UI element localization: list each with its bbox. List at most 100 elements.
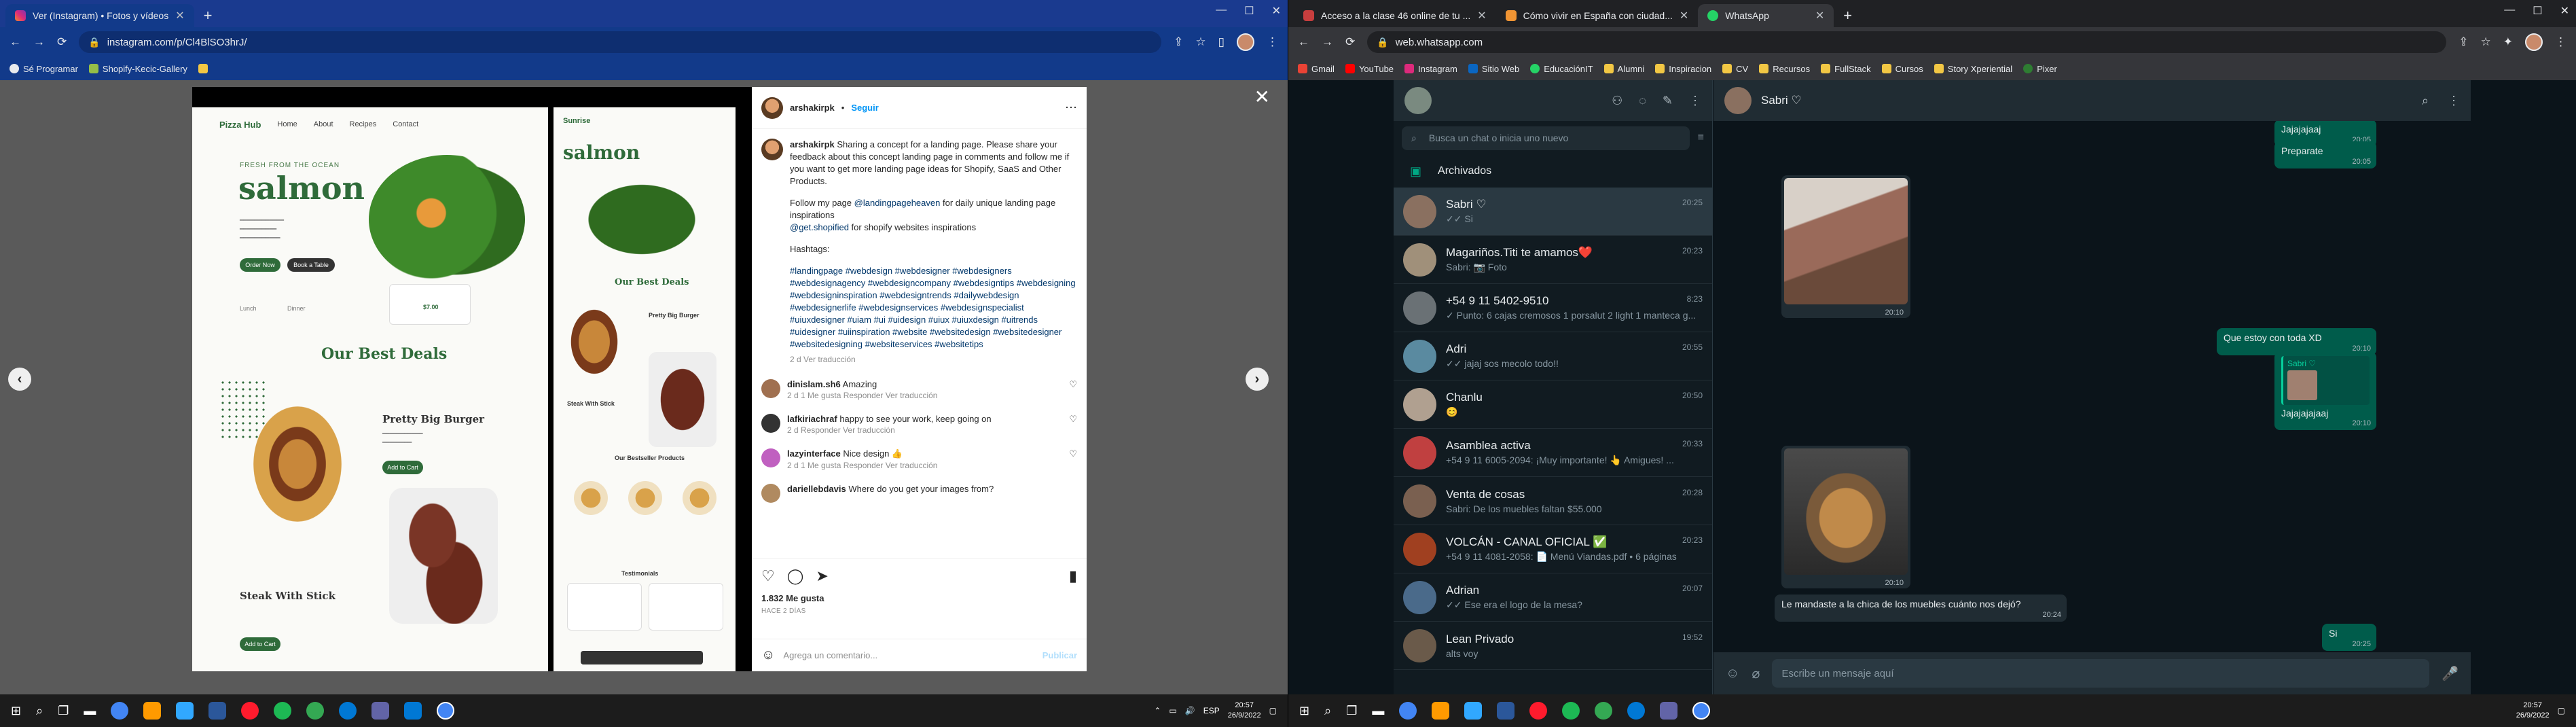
opera-icon[interactable]: [1529, 702, 1548, 720]
notifications-icon[interactable]: ▢: [2558, 706, 2565, 715]
photoshop-icon[interactable]: [1464, 702, 1483, 720]
chrome-active-icon[interactable]: [1692, 702, 1711, 720]
tab-clase[interactable]: Acceso a la clase 46 online de tu ... ✕: [1294, 4, 1496, 27]
hashtags[interactable]: #landingpage #webdesign #webdesigner #we…: [790, 265, 1077, 351]
comment-icon[interactable]: ◯: [787, 567, 804, 585]
like-comment-icon[interactable]: ♡: [1069, 448, 1077, 459]
chat-list-item[interactable]: VOLCÁN - CANAL OFICIAL ✅ 20:23 +54 9 11 40…: [1394, 525, 1712, 573]
photoshop-icon[interactable]: [176, 702, 194, 720]
tab-whatsapp[interactable]: WhatsApp ✕: [1698, 4, 1834, 27]
spotify-icon[interactable]: [274, 702, 292, 720]
author-avatar[interactable]: [761, 139, 783, 160]
language-indicator[interactable]: ESP: [1203, 706, 1220, 715]
bookmark-folder[interactable]: CV: [1722, 64, 1748, 74]
close-tab-icon[interactable]: ✕: [1680, 9, 1688, 22]
message-outgoing[interactable]: Que estoy con toda XD 20:10: [2217, 328, 2376, 355]
bookmark-item[interactable]: Instagram: [1404, 64, 1457, 74]
commenter-username[interactable]: dariellebdavis: [787, 484, 846, 494]
new-tab-button[interactable]: +: [194, 4, 222, 27]
file-explorer-icon[interactable]: ▬: [1372, 704, 1384, 718]
profile-avatar[interactable]: [1237, 33, 1254, 51]
caption-username[interactable]: arshakirpk: [790, 139, 835, 149]
windows-start-icon[interactable]: ⊞: [11, 704, 21, 718]
new-chat-icon[interactable]: ✎: [1663, 94, 1673, 108]
word-icon[interactable]: [208, 702, 227, 720]
likes-count[interactable]: 1.832 Me gusta: [752, 589, 1087, 603]
chevron-up-icon[interactable]: ⌃: [1154, 706, 1161, 715]
maximize-icon[interactable]: ☐: [1244, 4, 1254, 18]
reload-icon[interactable]: ⟳: [57, 35, 67, 49]
mention-link[interactable]: @landingpageheaven: [854, 198, 941, 208]
close-tab-icon[interactable]: ✕: [175, 9, 184, 22]
star-icon[interactable]: ☆: [1195, 35, 1205, 49]
search-icon[interactable]: ⌕: [1324, 704, 1331, 718]
communities-icon[interactable]: ⚇: [1612, 94, 1622, 108]
emoji-icon[interactable]: ☺: [761, 648, 775, 663]
tab-espana[interactable]: Cómo vivir en España con ciudad... ✕: [1496, 4, 1699, 27]
bookmark-folder[interactable]: Cursos: [1881, 64, 1923, 74]
chat-list-item[interactable]: Adrian 20:07 ✓✓ Ese era el logo de la mesa…: [1394, 573, 1712, 622]
address-bar[interactable]: 🔒 web.whatsapp.com: [1367, 31, 2447, 53]
chat-list-item[interactable]: Lean Privado 19:52 alts voy: [1394, 622, 1712, 670]
notifications-icon[interactable]: ▢: [1269, 706, 1277, 715]
bookmark-item[interactable]: Shopify-Kecic-Gallery: [88, 64, 187, 74]
commenter-avatar[interactable]: [761, 414, 780, 433]
extension-icon[interactable]: ✦: [2503, 35, 2513, 49]
commenter-username[interactable]: dinislam.sh6: [787, 379, 841, 389]
profile-avatar[interactable]: [2525, 33, 2543, 51]
contact-avatar[interactable]: [1724, 87, 1752, 114]
commenter-avatar[interactable]: [761, 484, 780, 503]
publish-button[interactable]: Publicar: [1042, 650, 1077, 660]
bookmark-item[interactable]: Pixer: [2023, 64, 2057, 74]
close-window-icon[interactable]: ✕: [2560, 4, 2569, 18]
like-comment-icon[interactable]: ♡: [1069, 379, 1077, 390]
file-explorer-icon[interactable]: ▬: [84, 704, 96, 718]
close-window-icon[interactable]: ✕: [1272, 4, 1281, 18]
minimize-icon[interactable]: —: [1216, 4, 1227, 18]
back-icon[interactable]: ←: [10, 35, 21, 49]
menu-icon[interactable]: ⋮: [1689, 94, 1701, 108]
forward-icon[interactable]: →: [1322, 35, 1333, 49]
mail-icon[interactable]: [404, 702, 422, 720]
chat-list-item[interactable]: Adri 20:55 ✓✓ jajaj sos mecolo todo!!: [1394, 332, 1712, 380]
share-icon[interactable]: ⇪: [2459, 35, 2468, 49]
word-icon[interactable]: [1497, 702, 1515, 720]
reload-icon[interactable]: ⟳: [1345, 35, 1355, 49]
forward-icon[interactable]: →: [33, 35, 45, 49]
close-tab-icon[interactable]: ✕: [1477, 9, 1486, 22]
sidebar-icon[interactable]: ▯: [1218, 35, 1224, 49]
new-tab-button[interactable]: +: [1834, 4, 1862, 27]
author-avatar[interactable]: [761, 96, 783, 119]
more-options-icon[interactable]: ⋯: [1065, 101, 1077, 115]
bookmark-folder[interactable]: FullStack: [1821, 64, 1871, 74]
chat-list-item[interactable]: Magariños.Titi te amamos❤️ 20:23 Sabri: 📷 …: [1394, 236, 1712, 284]
close-tab-icon[interactable]: ✕: [1815, 9, 1824, 22]
message-reply-outgoing[interactable]: Sabri ♡ Jajajajajaaj 20:10: [2274, 352, 2376, 430]
task-view-icon[interactable]: ❐: [58, 704, 69, 718]
chat-list-item[interactable]: +54 9 11 5402-9510 8:23 ✓ Punto: 6 cajas c…: [1394, 284, 1712, 332]
status-icon[interactable]: ◌: [1639, 94, 1646, 108]
message-input[interactable]: Escribe un mensaje aquí: [1772, 659, 2430, 688]
bookmark-folder[interactable]: Recursos: [1759, 64, 1810, 74]
chrome-active-icon[interactable]: [437, 702, 455, 720]
prev-post-arrow[interactable]: ‹: [8, 368, 31, 391]
volume-icon[interactable]: 🔊: [1185, 706, 1195, 715]
back-icon[interactable]: ←: [1298, 35, 1309, 49]
chat-list-item[interactable]: Sabri ♡ 20:25 ✓✓ Si: [1394, 188, 1712, 236]
chrome-profile-icon[interactable]: [1595, 702, 1613, 720]
spotify-icon[interactable]: [1562, 702, 1580, 720]
menu-icon[interactable]: ⋮: [2555, 35, 2566, 49]
network-icon[interactable]: ▭: [1169, 706, 1176, 715]
clock[interactable]: 20:57 26/9/2022: [2516, 701, 2550, 721]
bookmark-item[interactable]: Sitio Web: [1468, 64, 1519, 74]
search-icon[interactable]: ⌕: [36, 704, 43, 718]
clock[interactable]: 20:57 26/9/2022: [1228, 701, 1261, 721]
conversation-header[interactable]: Sabri ♡ ⌕ ⋮: [1713, 80, 2471, 121]
heart-icon[interactable]: ♡: [761, 567, 775, 585]
commenter-username[interactable]: lazyinterface: [787, 448, 841, 459]
like-comment-icon[interactable]: ♡: [1069, 414, 1077, 425]
comment-input[interactable]: Agrega un comentario...: [783, 650, 877, 660]
chrome-profile-icon[interactable]: [306, 702, 325, 720]
search-icon[interactable]: ⌕: [2422, 94, 2429, 108]
bookmark-folder[interactable]: Inspiracion: [1655, 64, 1711, 74]
